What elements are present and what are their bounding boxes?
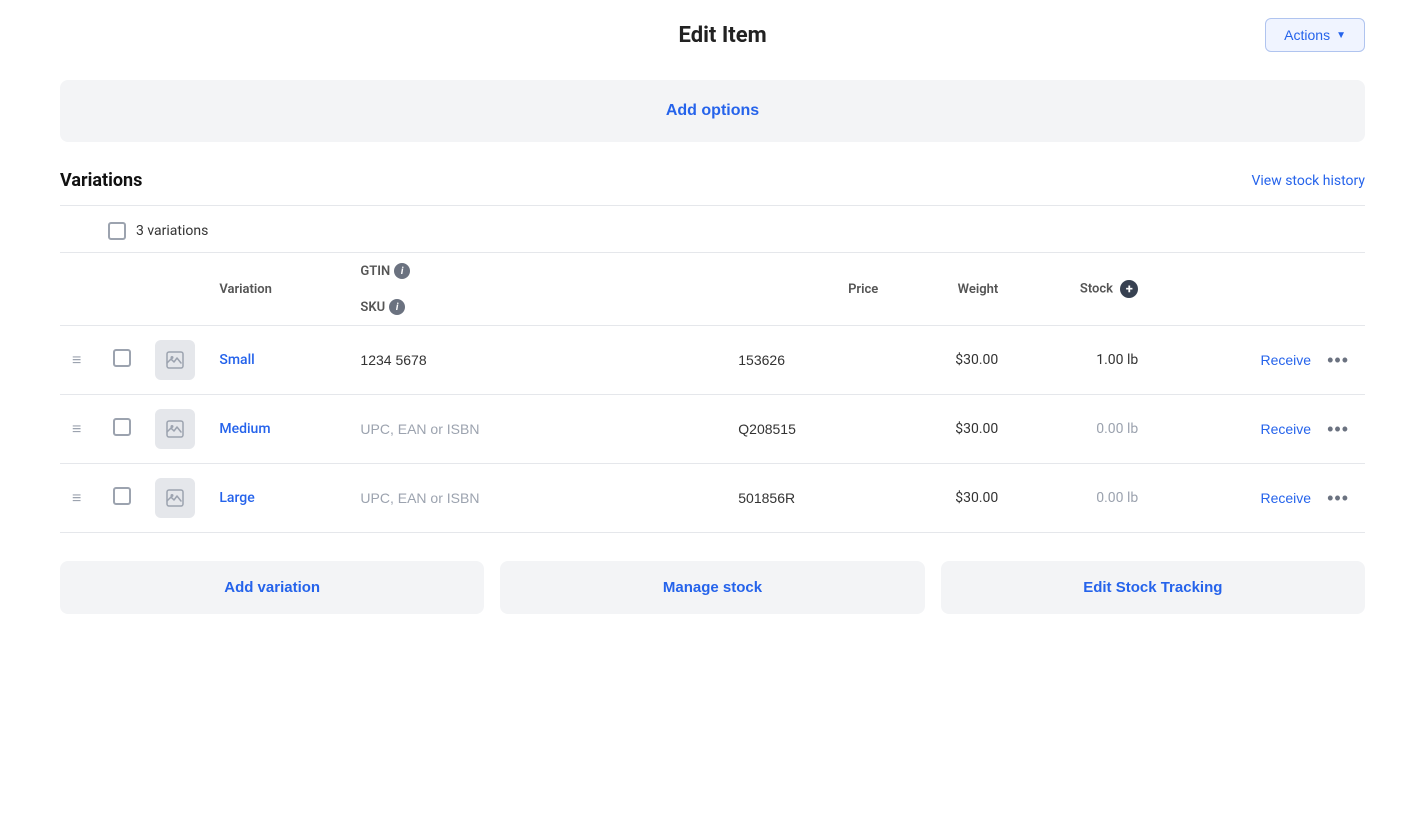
manage-stock-button[interactable]: Manage stock xyxy=(500,561,924,614)
checkbox-cell xyxy=(101,395,143,464)
more-options-button-large[interactable]: ••• xyxy=(1323,488,1353,509)
th-sku: SKU i xyxy=(348,289,508,325)
more-options-button-small[interactable]: ••• xyxy=(1323,350,1353,371)
gtin-cell xyxy=(348,464,726,533)
gtin-input-large[interactable] xyxy=(360,490,714,506)
variations-count-label: 3 variations xyxy=(136,223,208,239)
add-options-bar[interactable]: Add options xyxy=(60,80,1365,142)
weight-cell: 0.00 lb xyxy=(1010,464,1150,533)
price-cell: $30.00 xyxy=(890,395,1010,464)
image-cell xyxy=(143,395,207,464)
sku-input-medium[interactable] xyxy=(738,421,878,437)
price-cell: $30.00 xyxy=(890,326,1010,395)
sku-cell xyxy=(726,464,890,533)
sku-cell xyxy=(726,395,890,464)
gtin-input-small[interactable] xyxy=(360,352,714,368)
variation-image-small[interactable] xyxy=(155,340,195,380)
drag-handle-icon[interactable]: ≡ xyxy=(72,419,89,438)
sku-cell xyxy=(726,326,890,395)
stock-cell: Receive ••• xyxy=(1150,326,1365,395)
drag-handle-cell: ≡ xyxy=(60,464,101,533)
variation-name-cell: Medium xyxy=(207,395,348,464)
variation-name-medium[interactable]: Medium xyxy=(219,421,270,437)
row-checkbox-small[interactable] xyxy=(113,349,131,367)
th-drag-spacer xyxy=(60,253,101,326)
gtin-info-icon[interactable]: i xyxy=(394,263,410,279)
drag-handle-icon[interactable]: ≡ xyxy=(72,350,89,369)
table-row: ≡ Medium xyxy=(60,395,1365,464)
drag-handle-cell: ≡ xyxy=(60,326,101,395)
view-stock-history-link[interactable]: View stock history xyxy=(1251,173,1365,189)
sku-input-large[interactable] xyxy=(738,490,878,506)
more-options-button-medium[interactable]: ••• xyxy=(1323,419,1353,440)
stock-cell: Receive ••• xyxy=(1150,464,1365,533)
add-stock-column-icon[interactable]: + xyxy=(1120,280,1138,298)
weight-cell: 0.00 lb xyxy=(1010,395,1150,464)
weight-value-small: 1.00 lb xyxy=(1096,352,1138,368)
price-cell: $30.00 xyxy=(890,464,1010,533)
variation-name-cell: Large xyxy=(207,464,348,533)
row-checkbox-large[interactable] xyxy=(113,487,131,505)
price-value-medium: $30.00 xyxy=(955,421,998,437)
variation-name-cell: Small xyxy=(207,326,348,395)
actions-button[interactable]: Actions ▼ xyxy=(1265,18,1365,52)
variations-table: Variation GTIN i SKU i Price Weight xyxy=(60,253,1365,533)
row-checkbox-medium[interactable] xyxy=(113,418,131,436)
variations-section: Variations View stock history 3 variatio… xyxy=(60,170,1365,614)
bottom-actions: Add variation Manage stock Edit Stock Tr… xyxy=(60,561,1365,614)
th-variation: Variation xyxy=(207,253,348,326)
variation-name-large[interactable]: Large xyxy=(219,490,254,506)
receive-button-small[interactable]: Receive xyxy=(1261,352,1312,368)
checkbox-cell xyxy=(101,326,143,395)
add-variation-button[interactable]: Add variation xyxy=(60,561,484,614)
checkbox-cell xyxy=(101,464,143,533)
chevron-down-icon: ▼ xyxy=(1336,30,1346,41)
weight-value-large: 0.00 lb xyxy=(1096,490,1138,506)
th-stock: Stock + xyxy=(1010,253,1150,326)
drag-handle-icon[interactable]: ≡ xyxy=(72,488,89,507)
price-value-small: $30.00 xyxy=(955,352,998,368)
receive-button-medium[interactable]: Receive xyxy=(1261,421,1312,437)
th-img-spacer xyxy=(143,253,207,326)
select-all-checkbox[interactable] xyxy=(108,222,126,240)
table-row: ≡ Large xyxy=(60,464,1365,533)
th-weight: Weight xyxy=(890,253,1010,326)
th-check-spacer xyxy=(101,253,143,326)
variation-name-small[interactable]: Small xyxy=(219,352,254,368)
weight-value-medium: 0.00 lb xyxy=(1096,421,1138,437)
gtin-cell xyxy=(348,395,726,464)
gtin-cell xyxy=(348,326,726,395)
weight-cell: 1.00 lb xyxy=(1010,326,1150,395)
add-options-button[interactable]: Add options xyxy=(666,102,759,120)
th-gtin: GTIN i xyxy=(348,253,548,289)
page-title: Edit Item xyxy=(180,23,1265,48)
sku-info-icon[interactable]: i xyxy=(389,299,405,315)
drag-handle-cell: ≡ xyxy=(60,395,101,464)
sku-input-small[interactable] xyxy=(738,352,878,368)
variation-image-large[interactable] xyxy=(155,478,195,518)
table-row: ≡ Small xyxy=(60,326,1365,395)
receive-button-large[interactable]: Receive xyxy=(1261,490,1312,506)
select-all-row: 3 variations xyxy=(60,206,1365,253)
variation-image-medium[interactable] xyxy=(155,409,195,449)
variations-title: Variations xyxy=(60,170,142,191)
price-value-large: $30.00 xyxy=(955,490,998,506)
image-cell xyxy=(143,326,207,395)
gtin-input-medium[interactable] xyxy=(360,421,714,437)
stock-cell: Receive ••• xyxy=(1150,395,1365,464)
edit-stock-tracking-button[interactable]: Edit Stock Tracking xyxy=(941,561,1365,614)
image-cell xyxy=(143,464,207,533)
th-price: Price xyxy=(726,253,890,326)
